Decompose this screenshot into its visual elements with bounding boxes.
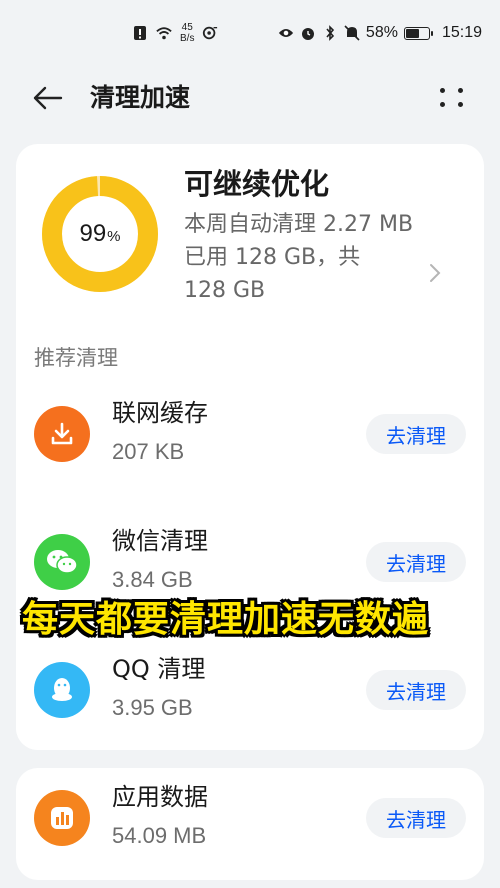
battery-percent: 58%: [365, 24, 398, 41]
status-description[interactable]: 本周自动清理 2.27 MB 已用 128 GB，共 128 GB: [184, 208, 449, 307]
battery-icon: [403, 26, 433, 40]
item-size: 207 KB: [112, 439, 185, 464]
list-item-network-cache[interactable]: 联网缓存 207 KB 去清理: [16, 384, 484, 484]
usage-percent: 99%: [79, 220, 121, 247]
eye-icon: [278, 25, 294, 41]
dot-icon: [458, 101, 463, 107]
back-arrow-icon: [33, 86, 63, 110]
dot-icon: [458, 87, 463, 93]
bluetooth-icon: [322, 25, 338, 41]
wifi-icon: [156, 25, 172, 41]
item-size: 54.09 MB: [112, 823, 207, 848]
clean-button[interactable]: 去清理: [366, 798, 466, 838]
clock: 15:19: [441, 24, 482, 41]
qq-icon: [34, 662, 90, 718]
item-name: 联网缓存: [112, 399, 208, 427]
status-title: 可继续优化: [184, 167, 330, 201]
hotspot-icon: [202, 25, 218, 41]
mute-bell-icon: [344, 25, 360, 41]
download-icon: [34, 406, 90, 462]
alarm-icon: [300, 25, 316, 41]
storage-used-text: 已用 128 GB，共: [184, 245, 361, 270]
video-caption: 每天都要清理加速无数遍: [22, 599, 430, 640]
chevron-right-icon[interactable]: [428, 262, 442, 284]
item-name: QQ 清理: [112, 655, 206, 683]
wechat-icon: [34, 534, 90, 590]
clean-button[interactable]: 去清理: [366, 542, 466, 582]
app-data-icon: [34, 790, 90, 846]
storage-total-text: 128 GB: [184, 278, 266, 303]
list-item-qq[interactable]: QQ 清理 3.95 GB 去清理: [16, 640, 484, 750]
item-name: 应用数据: [112, 783, 208, 811]
dot-icon: [440, 101, 445, 107]
page-title: 清理加速: [90, 83, 191, 112]
weekly-cleaned-text: 本周自动清理 2.27 MB: [184, 212, 414, 237]
clean-button[interactable]: 去清理: [366, 670, 466, 710]
item-name: 微信清理: [112, 527, 208, 555]
dot-icon: [440, 87, 445, 93]
item-size: 3.95 GB: [112, 695, 193, 720]
section-title: 推荐清理: [34, 346, 118, 370]
network-speed: 45 B/s: [180, 22, 195, 44]
app-header: 清理加速: [0, 74, 500, 120]
status-bar: 45 B/s 58% 15:19: [0, 0, 500, 74]
notification-alert-icon: [132, 25, 148, 41]
back-button[interactable]: [30, 80, 66, 116]
list-item-app-data[interactable]: 应用数据 54.09 MB 去清理: [16, 768, 484, 880]
clean-button[interactable]: 去清理: [366, 414, 466, 454]
more-options-button[interactable]: [438, 82, 468, 112]
